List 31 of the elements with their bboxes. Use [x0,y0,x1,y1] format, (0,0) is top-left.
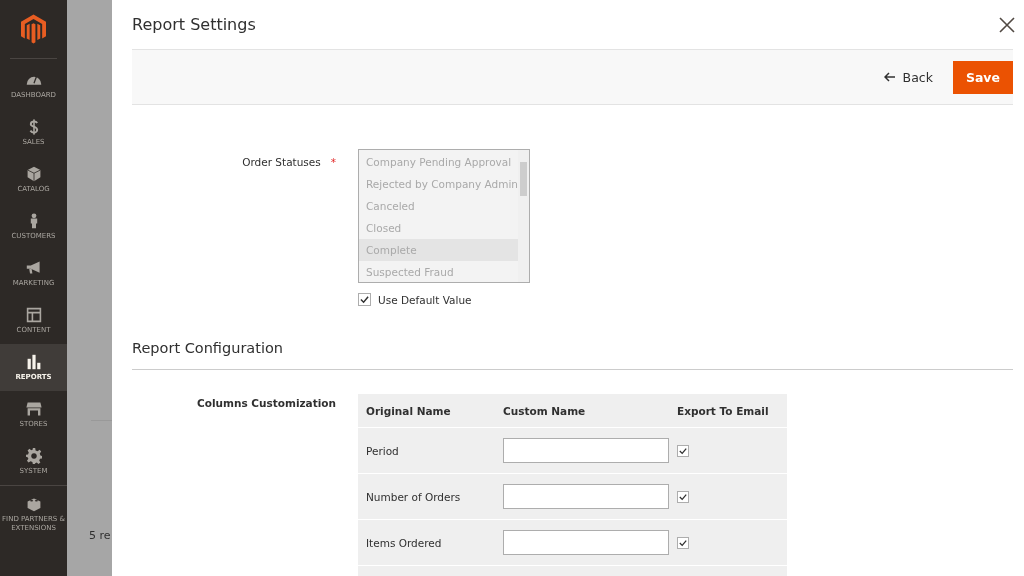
checkbox[interactable] [677,444,689,457]
modal-title: Report Settings [132,15,256,35]
table-cell-text: Items Ordered [365,536,443,549]
records-count-text: 5 re [89,529,111,542]
column-header: Original Name [365,404,452,417]
column-header: Custom Name [502,404,587,417]
layout-icon [25,306,42,323]
section-title: Report Configuration [132,340,1013,370]
brick-icon [25,496,42,513]
table-cell-text: Period [365,444,400,457]
field-label: Order Statuses [242,156,321,170]
checkbox-label: Use Default Value [378,293,472,306]
box-icon [25,165,42,182]
store-icon [25,400,42,417]
save-button[interactable]: Save [952,60,1013,94]
required-asterisk: * [330,156,336,170]
input-field[interactable] [503,484,669,509]
megaphone-icon [25,259,42,276]
settings-icon [25,447,42,464]
input-field[interactable] [503,438,669,463]
column-header: Export To Email [676,404,769,417]
logo-icon[interactable] [21,14,46,44]
back-arrow-icon [883,72,896,83]
back-button[interactable]: Back [883,69,933,85]
table-cell-text: Number of Orders [365,490,462,503]
bar-chart-icon [25,353,42,370]
checkbox[interactable] [677,490,689,503]
close-button[interactable] [999,16,1015,33]
input-field[interactable] [503,530,669,555]
field-label: Columns Customization [196,397,336,411]
checkbox[interactable] [677,536,689,549]
